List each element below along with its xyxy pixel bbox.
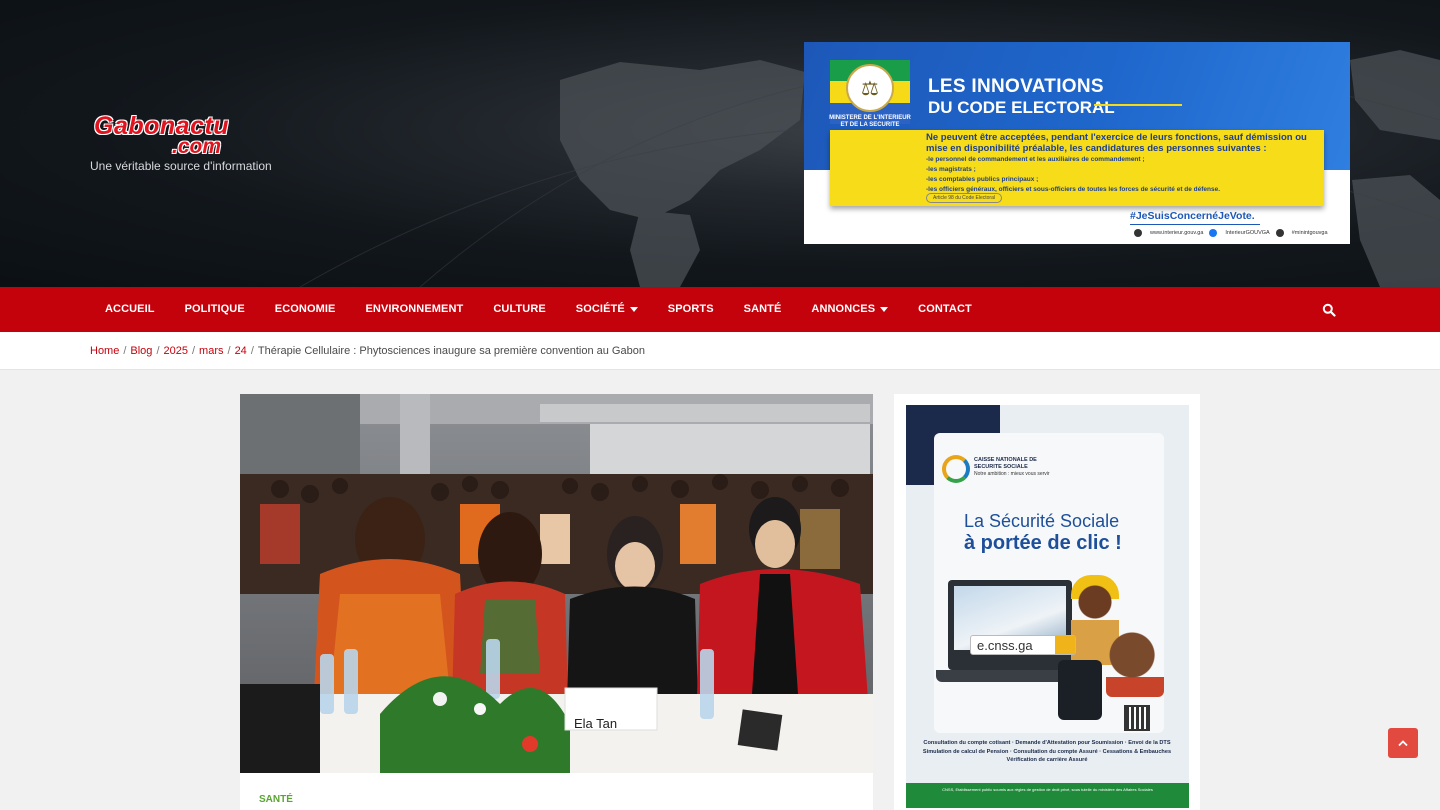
photo-nameplate: Ela Tan (574, 716, 617, 731)
scroll-to-top-button[interactable] (1388, 728, 1418, 758)
banner-intro: Ne peuvent être acceptées, pendant l'exe… (926, 132, 1307, 154)
banner-yellow-panel: Ne peuvent être acceptées, pendant l'exe… (830, 130, 1324, 206)
caret-down-icon (880, 307, 889, 312)
nav-label: SPORTS (667, 303, 714, 315)
ad-service-line: Consultation du compte cotisant · Demand… (923, 740, 1171, 746)
facebook-icon (1209, 229, 1218, 237)
magnifier-icon (1055, 636, 1075, 654)
ad-service-line: Simulation de calcul de Pension · Consul… (922, 748, 1172, 755)
breadcrumb-current: Thérapie Cellulaire : Phytosciences inau… (257, 345, 645, 357)
ad-headline-line2: à portée de clic ! (964, 532, 1122, 554)
caret-down-icon (629, 307, 638, 312)
conference-photo: Ela Tan (240, 394, 873, 773)
ad-search-text: e.cnss.ga (977, 638, 1033, 653)
ad-headline-line1: La Sécurité Sociale (964, 511, 1120, 531)
nav-item-contact[interactable]: CONTACT (903, 287, 987, 332)
ad-service-line: Vérification de carrière Assuré (1006, 757, 1088, 763)
hashtag-underline (1130, 224, 1260, 225)
ad-search-pill: e.cnss.ga (970, 635, 1076, 655)
cnss-motto: Notre ambition : mieux vous servir (974, 471, 1050, 477)
nav-label: POLITIQUE (184, 303, 245, 315)
site-header: Gabonactu .com Une véritable source d'in… (0, 0, 1440, 287)
breadcrumb-year[interactable]: 2025 (164, 345, 188, 357)
nav-list: ACCUEIL POLITIQUE ECONOMIE ENVIRONNEMENT… (90, 287, 987, 332)
nav-item-economie[interactable]: ECONOMIE (260, 287, 351, 332)
laptop-illustration (948, 580, 1072, 670)
breadcrumb-separator: / (227, 345, 231, 357)
x-icon (1275, 229, 1284, 237)
cnss-name: CAISSE NATIONALE DE SECURITE SOCIALE (974, 457, 1037, 470)
article-category[interactable]: SANTÉ (259, 794, 293, 805)
nav-item-annonces[interactable]: ANNONCES (796, 287, 903, 332)
banner-list-item: -les magistrats ; (926, 166, 976, 173)
article-featured-image[interactable]: Ela Tan (240, 394, 873, 773)
nav-label: ECONOMIE (274, 303, 336, 315)
nav-item-accueil[interactable]: ACCUEIL (90, 287, 170, 332)
banner-title-line2: DU CODE ELECTORAL (928, 98, 1115, 117)
breadcrumb-separator: / (250, 345, 254, 357)
phone-illustration (1058, 660, 1102, 720)
electoral-code-banner-ad[interactable]: ⚖ MINISTERE DE L'INTERIEUR ET DE LA SECU… (804, 42, 1350, 244)
arrow-up-icon (1398, 740, 1408, 747)
nav-item-environnement[interactable]: ENVIRONNEMENT (350, 287, 478, 332)
ad-footer-text: CNSS, Etablissement public soumis aux rè… (942, 787, 1153, 792)
logo-domain: .com (172, 135, 222, 158)
breadcrumb-bar: Home / Blog / 2025 / mars / 24 / Thérapi… (0, 332, 1440, 370)
facebook-handle: InterieurGOUVGA (1225, 230, 1270, 236)
banner-list-item: -le personnel de commandement et les aux… (926, 156, 1145, 163)
main-navigation: ACCUEIL POLITIQUE ECONOMIE ENVIRONNEMENT… (0, 287, 1440, 332)
nav-item-sante[interactable]: SANTÉ (729, 287, 797, 332)
nav-label: CULTURE (493, 303, 546, 315)
nav-label: ENVIRONNEMENT (365, 303, 464, 315)
breadcrumb-home[interactable]: Home (90, 345, 119, 357)
breadcrumb-month[interactable]: mars (199, 345, 223, 357)
nav-label: ANNONCES (811, 303, 876, 315)
nav-label: SANTÉ (743, 303, 782, 315)
nav-label: ACCUEIL (105, 303, 155, 315)
banner-article-ref: Article 98 du Code Electoral (926, 193, 1002, 203)
qr-code-icon (1124, 705, 1150, 731)
breadcrumb-separator: / (123, 345, 127, 357)
ministry-name: MINISTERE DE L'INTERIEUR ET DE LA SECURI… (829, 115, 911, 128)
cnss-sidebar-ad[interactable]: CAISSE NATIONALE DE SECURITE SOCIALE Not… (906, 405, 1189, 808)
banner-list: -le personnel de commandement et les aux… (926, 155, 1220, 195)
cnss-logo-icon (942, 455, 970, 483)
ministry-seal-icon: ⚖ (846, 64, 894, 112)
nav-item-sports[interactable]: SPORTS (653, 287, 729, 332)
nav-item-politique[interactable]: POLITIQUE (170, 287, 260, 332)
banner-social-links: www.interieur.gouv.ga InterieurGOUVGA #m… (1134, 229, 1328, 237)
breadcrumb-blog[interactable]: Blog (130, 345, 152, 357)
nav-item-societe[interactable]: SOCIÉTÉ (561, 287, 653, 332)
nav-item-culture[interactable]: CULTURE (478, 287, 560, 332)
site-logo[interactable]: Gabonactu .com (90, 112, 229, 159)
search-icon[interactable] (1322, 303, 1336, 317)
banner-title-line1: LES INNOVATIONS (928, 76, 1104, 97)
sidebar: CAISSE NATIONALE DE SECURITE SOCIALE Not… (894, 394, 1200, 810)
globe-icon (1134, 229, 1142, 237)
banner-list-item: -les comptables publics principaux ; (926, 176, 1039, 183)
breadcrumb-separator: / (191, 345, 196, 357)
x-handle: #minintgouvga (1291, 230, 1328, 236)
breadcrumb-day[interactable]: 24 (235, 345, 247, 357)
banner-hashtag: #JeSuisConcernéJeVote. (1130, 210, 1255, 222)
site-tagline: Une véritable source d'information (90, 159, 272, 173)
elder-illustration (1106, 627, 1164, 697)
breadcrumb-separator: / (156, 345, 160, 357)
nav-label: SOCIÉTÉ (575, 303, 625, 315)
ad-footer: CNSS, Etablissement public soumis aux rè… (906, 783, 1189, 808)
article-card: Ela Tan SANTÉ (240, 394, 873, 810)
nav-label: CONTACT (918, 303, 972, 315)
breadcrumb: Home / Blog / 2025 / mars / 24 / Thérapi… (90, 345, 645, 357)
ad-services: Consultation du compte cotisant · Demand… (912, 739, 1182, 765)
website-link: www.interieur.gouv.ga (1150, 230, 1204, 236)
banner-accent-line (1094, 104, 1182, 106)
